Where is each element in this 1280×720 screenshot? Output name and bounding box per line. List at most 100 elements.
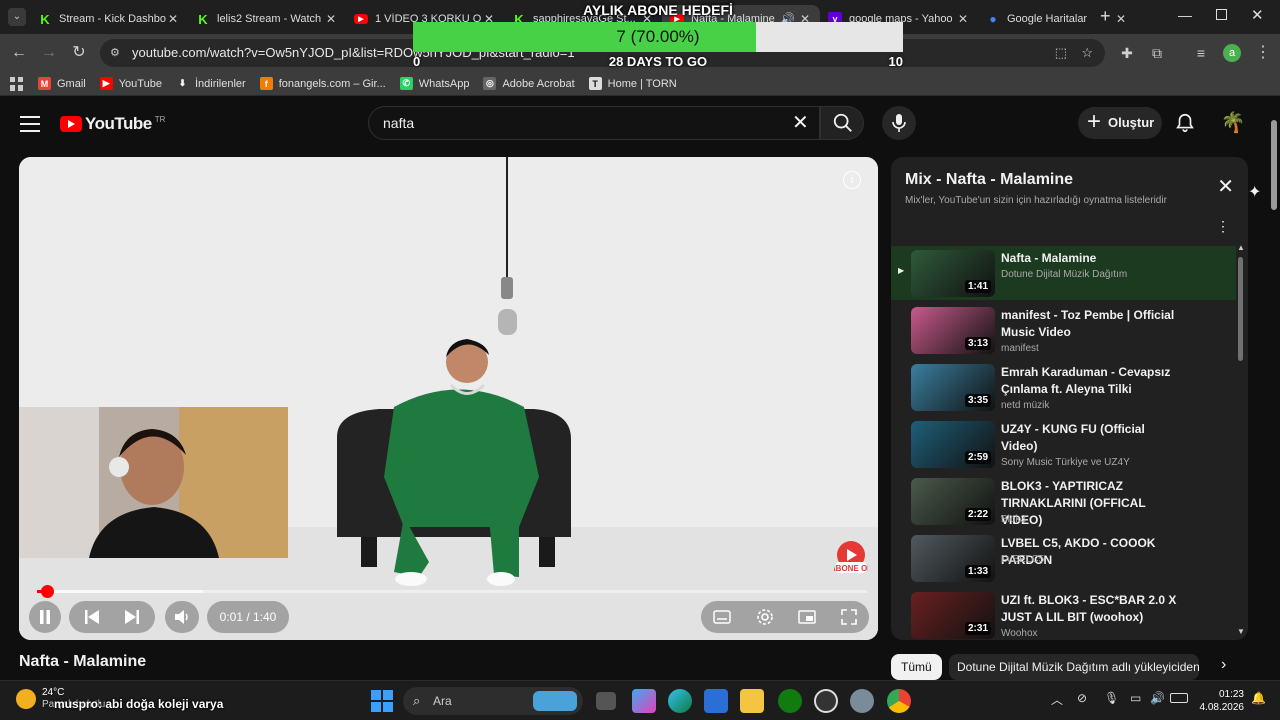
account-avatar-palm-icon[interactable]: 🌴 [1220, 110, 1246, 136]
extension-icon[interactable]: ✚ [1116, 42, 1138, 64]
previous-icon[interactable] [84, 610, 100, 624]
weather-icon[interactable] [16, 689, 36, 709]
fullscreen-icon[interactable] [840, 609, 857, 625]
bookmark-star-icon[interactable]: ☆ [1081, 39, 1093, 67]
video-player[interactable]: i ABONE OL 0:01 / 1:40 [19, 157, 878, 640]
info-icon[interactable]: i [843, 171, 861, 189]
video-duration: 3:35 [964, 394, 991, 407]
file-explorer-icon[interactable] [740, 689, 764, 713]
task-view-icon[interactable] [596, 692, 616, 710]
playlist-item[interactable]: 2:31 UZI ft. BLOK3 - ESC*BAR 2.0 X JUST A… [891, 588, 1236, 640]
site-info-icon[interactable]: ⚙ [110, 39, 120, 67]
bookmark-item[interactable]: f fonangels.com – Gir... [259, 77, 386, 90]
next-icon[interactable] [124, 610, 140, 624]
browser-tab[interactable]: K Stream - Kick Dashbo ✕ [30, 5, 188, 33]
ai-sparkle-icon[interactable]: ✦ [1248, 182, 1261, 202]
settings-gear-icon[interactable] [756, 608, 774, 626]
tray-network-off-icon[interactable]: ⊘ [1077, 691, 1087, 705]
copilot-icon[interactable] [632, 689, 656, 713]
tray-volume-icon[interactable]: 🔊 [1150, 691, 1165, 705]
playlist-more-icon[interactable]: ⋮ [1216, 219, 1230, 233]
playlist-scrollbar[interactable] [1238, 257, 1243, 361]
extensions-puzzle-icon[interactable]: ⧉ [1146, 42, 1168, 64]
video-thumbnail[interactable]: 2:59 [911, 421, 995, 468]
notifications-bell-icon[interactable] [1174, 112, 1196, 134]
playlist-item[interactable]: 2:22 BLOK3 - YAPTIRICAZ TIRNAKLARINI (OFF… [891, 474, 1236, 528]
create-button[interactable]: Oluştur [1078, 106, 1162, 139]
tray-chevron-icon[interactable]: ︿ [1051, 691, 1063, 708]
tray-display-icon[interactable]: ▭ [1130, 691, 1141, 705]
store-icon[interactable] [704, 689, 728, 713]
bookmark-item[interactable]: M Gmail [38, 77, 86, 90]
progress-scrubber[interactable] [40, 585, 54, 598]
pause-button[interactable] [29, 601, 61, 633]
playlist-scroll-down-icon[interactable]: ▼ [1237, 627, 1245, 636]
bookmark-item[interactable]: ✆ WhatsApp [399, 77, 469, 90]
chrome-icon[interactable] [887, 689, 911, 713]
start-windows-icon[interactable] [370, 689, 394, 713]
forward-icon[interactable]: → [38, 42, 60, 64]
playlist-item[interactable]: 3:13 manifest - Toz Pembe | Official Musi… [891, 303, 1236, 357]
tab-search-button[interactable]: ⌄ [8, 8, 26, 26]
bookmark-item[interactable]: ⬇ İndirilenler [176, 77, 246, 90]
chip-all[interactable]: Tümü [891, 654, 942, 680]
subtitles-icon[interactable] [713, 610, 731, 624]
browser-menu-icon[interactable]: ⋮ [1252, 42, 1274, 64]
video-progress-bar[interactable] [37, 585, 867, 598]
install-app-icon[interactable]: ⬚ [1055, 39, 1067, 67]
tray-battery-icon[interactable] [1170, 693, 1188, 703]
taskbar-search-input[interactable]: ⌕ Ara [403, 687, 583, 715]
youtube-logo[interactable]: YouTube TR [60, 114, 165, 134]
playlist-item-channel: Woohox [1001, 628, 1038, 639]
voice-search-button[interactable] [882, 106, 916, 140]
bookmark-item[interactable]: ◎ Adobe Acrobat [483, 77, 575, 90]
edge-icon[interactable] [668, 689, 692, 713]
taskbar-clock[interactable]: 01:23 4.08.2026 [1194, 688, 1245, 714]
volume-button[interactable] [165, 601, 199, 633]
page-scrollbar[interactable] [1268, 96, 1280, 680]
tab-close-icon[interactable]: ✕ [324, 12, 338, 26]
window-minimize-button[interactable]: — [1178, 7, 1192, 23]
bookmark-item[interactable]: ▶ YouTube [99, 77, 162, 90]
playlist-item[interactable]: 2:59 UZ4Y - KUNG FU (Official Video) Sony … [891, 417, 1236, 471]
profile-avatar[interactable]: a [1223, 44, 1241, 62]
mix-playlist-panel: Mix - Nafta - Malamine Mix'ler, YouTube'… [891, 157, 1248, 640]
playlist-item[interactable]: 3:35 Emrah Karaduman - Cevapsız Çınlama f… [891, 360, 1236, 414]
media-control-icon[interactable]: ≡ [1190, 42, 1212, 64]
reload-icon[interactable]: ↻ [68, 42, 90, 64]
video-thumbnail[interactable]: 2:22 [911, 478, 995, 525]
search-input[interactable]: nafta [368, 106, 820, 140]
close-playlist-icon[interactable]: ✕ [1217, 177, 1234, 197]
tray-microphone-icon[interactable]: 🎙 [1104, 691, 1119, 705]
miniplayer-icon[interactable] [798, 610, 816, 624]
tab-close-icon[interactable]: ✕ [1114, 12, 1128, 26]
browser-tab[interactable]: Klelis2 Stream - Watch ✕ [188, 5, 346, 33]
back-icon[interactable]: ← [8, 42, 30, 64]
window-close-button[interactable]: ✕ [1251, 6, 1264, 24]
obs-icon[interactable] [814, 689, 838, 713]
new-tab-button[interactable]: + [1100, 6, 1111, 27]
bookmark-item[interactable]: T Home | TORN [588, 77, 677, 90]
video-thumbnail[interactable]: 3:13 [911, 307, 995, 354]
video-thumbnail[interactable]: 2:31 [911, 592, 995, 639]
subscribe-badge-icon[interactable]: ABONE OL [834, 540, 868, 574]
video-thumbnail[interactable]: 1:41 [911, 250, 995, 297]
browser-tab[interactable]: ● Google Haritalar ✕ [978, 5, 1136, 33]
notification-bell-icon[interactable]: 🔔 [1251, 691, 1266, 705]
video-thumbnail[interactable]: 3:35 [911, 364, 995, 411]
tab-close-icon[interactable]: ✕ [956, 12, 970, 26]
clear-search-icon[interactable]: ✕ [792, 113, 809, 133]
search-button[interactable] [820, 106, 864, 140]
tab-close-icon[interactable]: ✕ [166, 12, 180, 26]
menu-hamburger-icon[interactable] [20, 116, 40, 132]
chip-next-chevron-icon[interactable]: › [1221, 656, 1226, 674]
window-maximize-button[interactable] [1216, 9, 1227, 20]
settings-icon[interactable] [850, 689, 874, 713]
apps-grid-icon[interactable] [10, 76, 24, 91]
chip-uploader[interactable]: Dotune Dijital Müzik Dağıtım adlı yükley… [949, 654, 1199, 680]
playlist-item[interactable]: ▶ 1:41 Nafta - Malamine Dotune Dijital Müzi… [891, 246, 1236, 300]
xbox-icon[interactable] [778, 689, 802, 713]
video-thumbnail[interactable]: 1:33 [911, 535, 995, 582]
playlist-item[interactable]: 1:33 LVBEL C5, AKDO - COOOK PARDON LVBELC5 [891, 531, 1236, 585]
playlist-scroll-up-icon[interactable]: ▲ [1237, 243, 1245, 252]
